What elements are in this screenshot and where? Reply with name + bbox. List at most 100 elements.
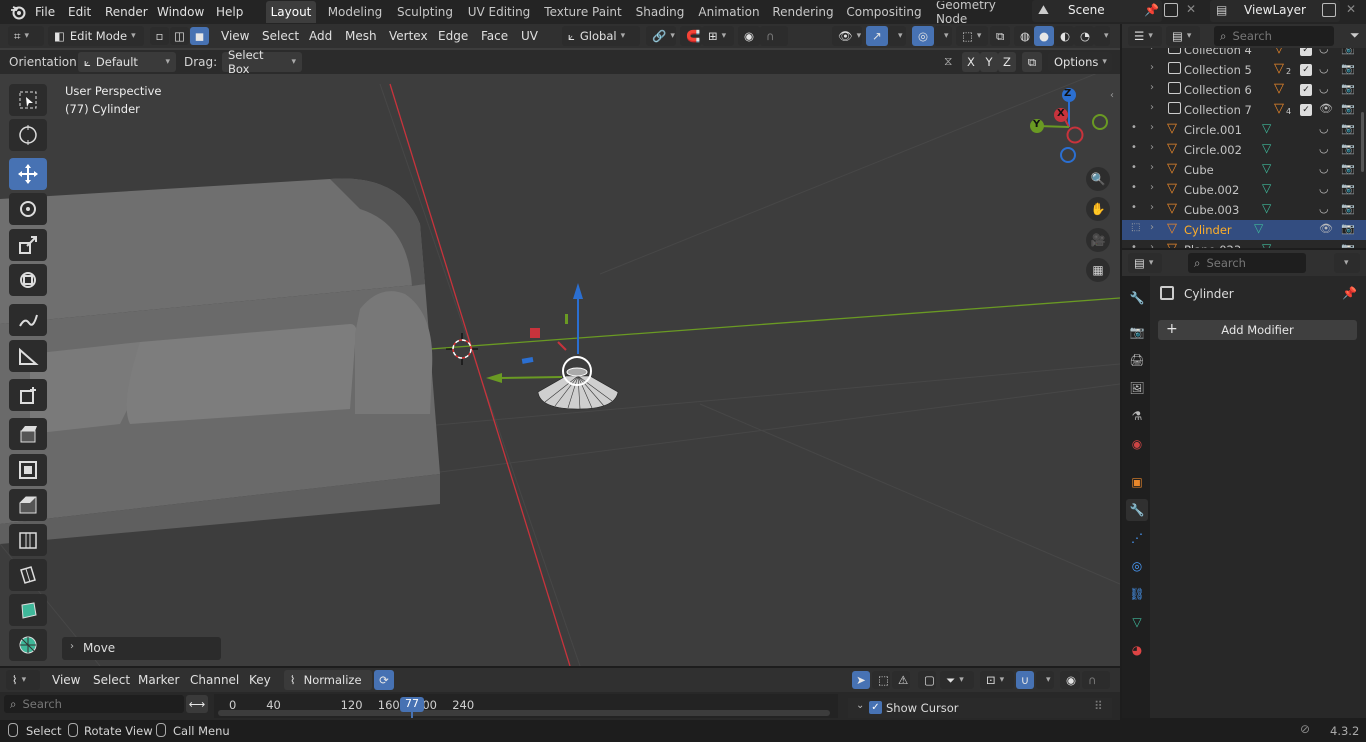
menu-add[interactable]: Add: [309, 24, 332, 48]
expand-arrow-icon[interactable]: ›: [1150, 242, 1154, 248]
add-modifier-button[interactable]: + Add Modifier: [1158, 320, 1357, 340]
panel-collapse-icon[interactable]: ⌄: [856, 700, 864, 711]
tool-select-box[interactable]: [9, 84, 47, 116]
outliner-row[interactable]: • › ▽ Cube.002 ▽ ◡ 📷: [1122, 180, 1366, 200]
properties-search[interactable]: ⌕ Search: [1188, 253, 1306, 273]
tab-rendering[interactable]: Rendering: [772, 1, 834, 23]
drag-dropdown[interactable]: Select Box ▾: [222, 48, 302, 76]
visibility-eye-icon[interactable]: ◡: [1319, 82, 1329, 95]
mesh-edit-overlay-selector[interactable]: ⬚ ▾: [956, 26, 988, 46]
only-selected-toggle[interactable]: ➤: [852, 671, 870, 689]
network-off-icon[interactable]: ⊘: [1300, 722, 1310, 736]
last-operator-panel[interactable]: › Move: [62, 637, 221, 660]
drag-handle-icon[interactable]: ⠿: [1094, 699, 1103, 713]
topology-mirror-toggle[interactable]: ⧉: [1022, 52, 1042, 72]
data-properties-icon[interactable]: ▽: [1126, 611, 1148, 633]
tool-extrude-region[interactable]: [9, 418, 47, 450]
navigation-gizmo[interactable]: Z X Y: [1026, 84, 1112, 164]
overlay-dropdown[interactable]: ▾: [934, 26, 952, 46]
outliner-row[interactable]: • › ▽ Circle.001 ▽ ◡ 📷: [1122, 120, 1366, 140]
snap-target-selector[interactable]: ⊞ ▾: [702, 26, 734, 46]
properties-options[interactable]: ▾: [1334, 253, 1360, 273]
outliner-display-mode[interactable]: ▤ ▾: [1166, 26, 1200, 46]
outliner-row[interactable]: › Collection 6 ▽ ✓ ◡ 📷: [1122, 80, 1366, 100]
timeline-scrollbar[interactable]: [218, 710, 830, 716]
render-camera-icon[interactable]: 📷: [1341, 162, 1355, 175]
expand-arrow-icon[interactable]: ›: [1150, 222, 1154, 233]
menu-help[interactable]: Help: [216, 0, 243, 24]
xray-toggle[interactable]: ⧉: [990, 26, 1010, 46]
transform-orientation-selector[interactable]: ⟀ Global ▾: [562, 26, 640, 46]
timeline-filter-toggle[interactable]: ▢: [918, 671, 936, 689]
timeline-menu-view[interactable]: View: [52, 668, 80, 692]
menu-render[interactable]: Render: [105, 0, 148, 24]
outliner-filter-icon[interactable]: ⏷: [1350, 28, 1360, 43]
render-camera-icon[interactable]: 📷: [1341, 222, 1355, 235]
view-layer-new-icon[interactable]: [1322, 3, 1336, 17]
tab-animation[interactable]: Animation: [698, 1, 760, 23]
tool-measure[interactable]: [9, 340, 47, 372]
visibility-eye-icon[interactable]: ◡: [1319, 122, 1329, 135]
expand-arrow-icon[interactable]: ›: [1150, 62, 1154, 73]
proportional-falloff-selector[interactable]: ∩: [760, 26, 788, 46]
render-camera-icon[interactable]: 📷: [1341, 242, 1355, 248]
only-errors-toggle[interactable]: ⚠: [892, 671, 910, 689]
timeline-auto-snap[interactable]: ∪: [1016, 671, 1034, 689]
pivot-point-selector[interactable]: 🔗 ▾: [646, 26, 676, 46]
menu-edit[interactable]: Edit: [68, 0, 91, 24]
tool-spin[interactable]: [9, 629, 47, 661]
edge-select-button[interactable]: ◫: [170, 27, 189, 45]
tool-cursor[interactable]: [9, 119, 47, 151]
timeline-swap-button[interactable]: ⟷: [186, 695, 208, 713]
timeline-menu-select[interactable]: Select: [93, 668, 130, 692]
visibility-eye-icon[interactable]: ◡: [1319, 48, 1329, 55]
output-properties-icon[interactable]: 🖨: [1126, 349, 1148, 371]
tab-geometry-nodes[interactable]: Geometry Node: [936, 1, 1022, 23]
overlay-toggle[interactable]: ◎: [912, 26, 934, 46]
tab-modeling[interactable]: Modeling: [325, 1, 385, 23]
particles-properties-icon[interactable]: ⋰: [1126, 527, 1148, 549]
shading-solid-button[interactable]: ●: [1034, 26, 1054, 46]
options-dropdown[interactable]: Options ▾: [1048, 52, 1112, 72]
render-camera-icon[interactable]: 📷: [1341, 62, 1355, 75]
pan-view-button[interactable]: ✋: [1086, 197, 1110, 221]
view-layer-selector[interactable]: ▤ ViewLayer: [1210, 0, 1340, 22]
outliner-editor-type[interactable]: ☰ ▾: [1128, 26, 1162, 46]
gizmo-dropdown[interactable]: ▾: [888, 26, 906, 46]
visibility-eye-icon[interactable]: ◡: [1319, 182, 1329, 195]
scene-properties-icon[interactable]: ⚗: [1126, 405, 1148, 427]
menu-face[interactable]: Face: [481, 24, 508, 48]
viewport-3d[interactable]: [0, 24, 1120, 666]
properties-pin-icon[interactable]: 📌: [1342, 286, 1357, 300]
shading-dropdown[interactable]: ▾: [1094, 26, 1110, 46]
normalize-refresh-button[interactable]: ⟳: [374, 670, 394, 690]
world-properties-icon[interactable]: ◉: [1126, 433, 1148, 455]
outliner-row[interactable]: › Collection 5 ▽ 2 ✓ ◡ 📷: [1122, 60, 1366, 80]
mirror-x-toggle[interactable]: X: [962, 52, 980, 72]
expand-arrow-icon[interactable]: ›: [1150, 142, 1154, 153]
menu-uv[interactable]: UV: [521, 24, 538, 48]
outliner-row[interactable]: • › ▽ Cube ▽ ◡ 📷: [1122, 160, 1366, 180]
tool-poly-build[interactable]: [9, 594, 47, 626]
blender-logo-icon[interactable]: [10, 4, 26, 20]
menu-file[interactable]: File: [35, 0, 55, 24]
snap-toggle[interactable]: 🧲: [680, 26, 702, 46]
outliner-row[interactable]: • › ▽ Cube.003 ▽ ◡ 📷: [1122, 200, 1366, 220]
shading-rendered-button[interactable]: ◔: [1074, 26, 1094, 46]
pin-icon[interactable]: 📌: [1144, 3, 1159, 17]
timeline-snap-dropdown[interactable]: ⊡ ▾: [980, 671, 1014, 689]
editor-type-selector[interactable]: ⌗ ▾: [8, 26, 44, 46]
tool-properties-icon[interactable]: 🔧: [1126, 287, 1148, 309]
proportional-edit-toggle[interactable]: ◉: [738, 26, 760, 46]
tool-rotate[interactable]: [9, 193, 47, 225]
outliner-row[interactable]: › Collection 4 ▽ ✓ ◡ 📷: [1122, 48, 1366, 60]
render-camera-icon[interactable]: 📷: [1341, 122, 1355, 135]
outliner-search[interactable]: ⌕ Search: [1214, 26, 1334, 46]
exclude-checkbox[interactable]: ✓: [1300, 48, 1312, 56]
tab-compositing[interactable]: Compositing: [846, 1, 922, 23]
vertex-select-button[interactable]: ▫: [150, 27, 169, 45]
visibility-eye-icon[interactable]: 👁: [1319, 102, 1333, 115]
face-select-button[interactable]: ◼: [190, 27, 209, 45]
outliner-row[interactable]: • › ▽ Plane.023 ▽ ◡ 📷: [1122, 240, 1366, 248]
render-camera-icon[interactable]: 📷: [1341, 202, 1355, 215]
